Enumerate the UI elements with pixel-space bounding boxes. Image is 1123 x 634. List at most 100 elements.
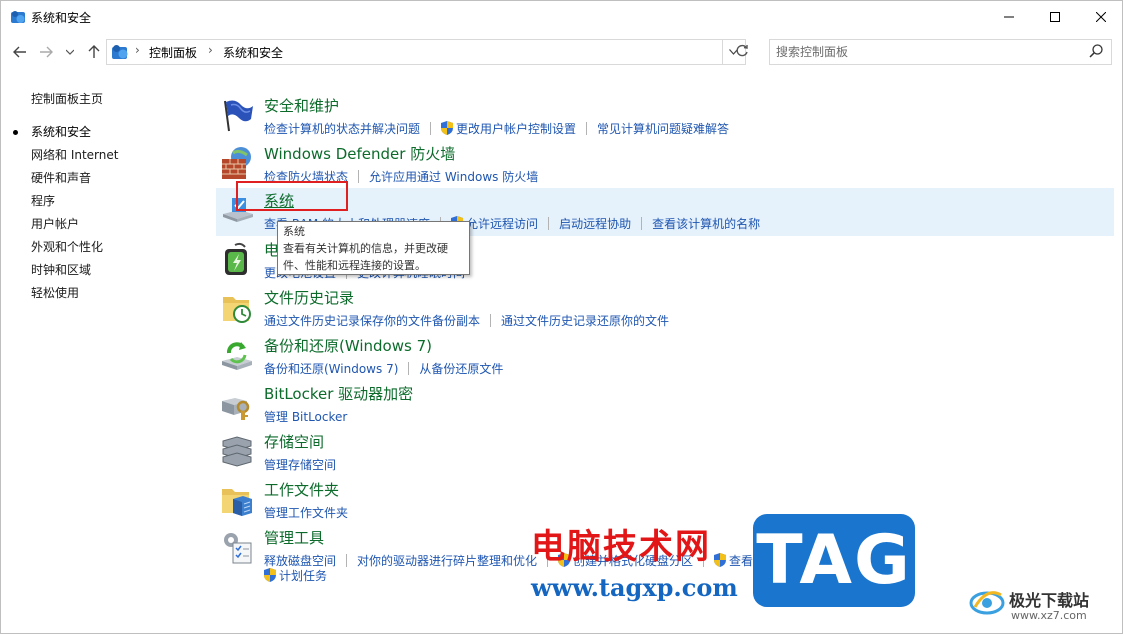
breadcrumb-control-panel[interactable]: 控制面板 bbox=[149, 44, 197, 61]
breadcrumb-separator-icon: › bbox=[135, 43, 140, 57]
watermark-tag-logo: TAG bbox=[753, 514, 915, 607]
category-bitlocker: BitLocker 驱动器加密 管理 BitLocker bbox=[216, 381, 1114, 429]
category-links: 管理存储空间 bbox=[264, 456, 336, 472]
sidebar-item-user-accounts[interactable]: 用户帐户 bbox=[31, 215, 79, 232]
chevron-down-icon bbox=[66, 49, 74, 55]
storage-icon bbox=[222, 436, 252, 467]
sidebar-item-clock-region[interactable]: 时钟和区域 bbox=[31, 261, 91, 278]
watermark-logo-name: 极光下载站 bbox=[1009, 591, 1090, 610]
backup-restore-link[interactable]: 备份和还原(Windows 7) bbox=[264, 362, 398, 376]
control-panel-icon bbox=[112, 45, 128, 59]
category-storage-spaces: 存储空间 管理存储空间 bbox=[216, 429, 1114, 477]
link-divider bbox=[358, 170, 360, 183]
troubleshoot-link[interactable]: 常见计算机问题疑难解答 bbox=[597, 122, 729, 136]
link-divider bbox=[586, 122, 588, 135]
remote-assistance-link[interactable]: 启动远程协助 bbox=[559, 217, 631, 231]
category-title[interactable]: 管理工具 bbox=[264, 527, 324, 548]
breadcrumb-system-security[interactable]: 系统和安全 bbox=[223, 44, 283, 61]
control-panel-icon bbox=[11, 11, 25, 23]
category-title[interactable]: BitLocker 驱动器加密 bbox=[264, 383, 413, 404]
tooltip-body-line2: 件、性能和远程连接的设置。 bbox=[283, 259, 426, 272]
control-panel-window: 系统和安全 › 控制面板 › 系统和安全 搜索控制面板 控制面板主页 系统和安全… bbox=[0, 0, 1123, 634]
link-divider bbox=[430, 122, 432, 135]
category-title[interactable]: 工作文件夹 bbox=[264, 479, 339, 500]
close-button[interactable] bbox=[1078, 1, 1123, 33]
uac-shield-icon bbox=[264, 568, 276, 582]
category-links: 管理工作文件夹 bbox=[264, 504, 348, 520]
breadcrumb-separator-icon: › bbox=[208, 43, 213, 57]
backup-icon bbox=[222, 342, 252, 370]
manage-storage-link[interactable]: 管理存储空间 bbox=[264, 458, 336, 472]
restore-files-link[interactable]: 通过文件历史记录还原你的文件 bbox=[501, 314, 669, 328]
minimize-button[interactable] bbox=[986, 1, 1032, 33]
refresh-button[interactable] bbox=[727, 39, 757, 63]
navigation-bar: › 控制面板 › 系统和安全 bbox=[1, 37, 1122, 67]
uac-shield-icon bbox=[441, 121, 454, 135]
link-divider bbox=[346, 554, 348, 567]
sidebar-item-hardware-sound[interactable]: 硬件和声音 bbox=[31, 169, 91, 186]
uac-settings-link[interactable]: 更改用户帐户控制设置 bbox=[456, 122, 576, 136]
maximize-icon bbox=[1050, 12, 1060, 22]
category-backup-restore: 备份和还原(Windows 7) 备份和还原(Windows 7) 从备份还原文件 bbox=[216, 333, 1114, 381]
sidebar-item-programs[interactable]: 程序 bbox=[31, 192, 55, 209]
link-divider bbox=[548, 217, 550, 230]
forward-button[interactable] bbox=[35, 41, 57, 63]
title-bar: 系统和安全 bbox=[1, 1, 1122, 33]
refresh-icon bbox=[736, 44, 748, 57]
disk-cleanup-link[interactable]: 释放磁盘空间 bbox=[264, 554, 336, 568]
manage-bitlocker-link[interactable]: 管理 BitLocker bbox=[264, 410, 347, 424]
up-arrow-icon bbox=[88, 45, 100, 58]
watermark-logo-url: www.xz7.com bbox=[1011, 609, 1087, 622]
sidebar-item-network[interactable]: 网络和 Internet bbox=[31, 146, 118, 163]
check-status-link[interactable]: 检查计算机的状态并解决问题 bbox=[264, 122, 420, 136]
category-title[interactable]: 存储空间 bbox=[264, 431, 324, 452]
search-box[interactable] bbox=[769, 39, 1112, 65]
window-title: 系统和安全 bbox=[31, 11, 92, 25]
recent-locations-button[interactable] bbox=[59, 41, 81, 63]
address-bar[interactable]: › 控制面板 › 系统和安全 bbox=[106, 39, 723, 65]
category-firewall: Windows Defender 防火墙 检查防火墙状态 允许应用通过 Windo… bbox=[216, 141, 1114, 189]
category-links: 备份和还原(Windows 7) 从备份还原文件 bbox=[264, 360, 503, 376]
close-icon bbox=[1096, 12, 1106, 22]
system-tooltip: 系统 查看有关计算机的信息，并更改硬 件、性能和远程连接的设置。 bbox=[277, 221, 470, 275]
watermark-site-url: www.tagxp.com bbox=[531, 573, 738, 602]
firewall-icon bbox=[222, 147, 251, 179]
back-button[interactable] bbox=[9, 41, 31, 63]
sidebar-item-appearance[interactable]: 外观和个性化 bbox=[31, 238, 103, 255]
aurora-logo-icon bbox=[969, 591, 1005, 615]
category-links: 通过文件历史记录保存你的文件备份副本 通过文件历史记录还原你的文件 bbox=[264, 312, 669, 328]
watermark-site-name: 电脑技术网 bbox=[531, 527, 711, 567]
allow-app-firewall-link[interactable]: 允许应用通过 Windows 防火墙 bbox=[369, 170, 538, 184]
sidebar-item-ease-of-access[interactable]: 轻松使用 bbox=[31, 284, 79, 301]
restore-from-backup-link[interactable]: 从备份还原文件 bbox=[419, 362, 503, 376]
tooltip-body-line1: 查看有关计算机的信息，并更改硬 bbox=[283, 242, 448, 255]
sidebar-item-system-security: 系统和安全 bbox=[31, 125, 92, 139]
category-title[interactable]: Windows Defender 防火墙 bbox=[264, 143, 455, 164]
computer-name-link[interactable]: 查看该计算机的名称 bbox=[652, 217, 760, 231]
up-button[interactable] bbox=[83, 41, 105, 63]
flag-icon bbox=[224, 100, 253, 132]
category-title[interactable]: 备份和还原(Windows 7) bbox=[264, 335, 432, 356]
search-input[interactable] bbox=[776, 43, 1076, 61]
back-arrow-icon bbox=[13, 46, 26, 58]
forward-arrow-icon bbox=[40, 46, 53, 58]
allow-remote-access-link[interactable]: 允许远程访问 bbox=[466, 217, 538, 231]
category-links: 管理 BitLocker bbox=[264, 408, 347, 424]
link-divider bbox=[641, 217, 643, 230]
minimize-icon bbox=[1004, 16, 1014, 18]
task-scheduler-link[interactable]: 计划任务 bbox=[279, 569, 327, 583]
search-icon[interactable] bbox=[1088, 43, 1104, 59]
manage-work-folders-link[interactable]: 管理工作文件夹 bbox=[264, 506, 348, 520]
category-links: 检查计算机的状态并解决问题 更改用户帐户控制设置 常见计算机问题疑难解答 bbox=[264, 120, 729, 136]
save-backup-link[interactable]: 通过文件历史记录保存你的文件备份副本 bbox=[264, 314, 480, 328]
category-links-row2: 计划任务 bbox=[264, 567, 327, 583]
defragment-link[interactable]: 对你的驱动器进行碎片整理和优化 bbox=[357, 554, 537, 568]
category-security-maintenance: 安全和维护 检查计算机的状态并解决问题 更改用户帐户控制设置 常见计算机问题疑难解答 bbox=[216, 93, 1114, 141]
bitlocker-icon bbox=[222, 398, 250, 420]
power-icon bbox=[225, 242, 247, 275]
maximize-button[interactable] bbox=[1032, 1, 1078, 33]
category-title[interactable]: 安全和维护 bbox=[264, 95, 339, 116]
sidebar-item-home[interactable]: 控制面板主页 bbox=[31, 90, 103, 107]
category-title[interactable]: 文件历史记录 bbox=[264, 287, 354, 308]
work-folders-icon bbox=[222, 489, 252, 516]
